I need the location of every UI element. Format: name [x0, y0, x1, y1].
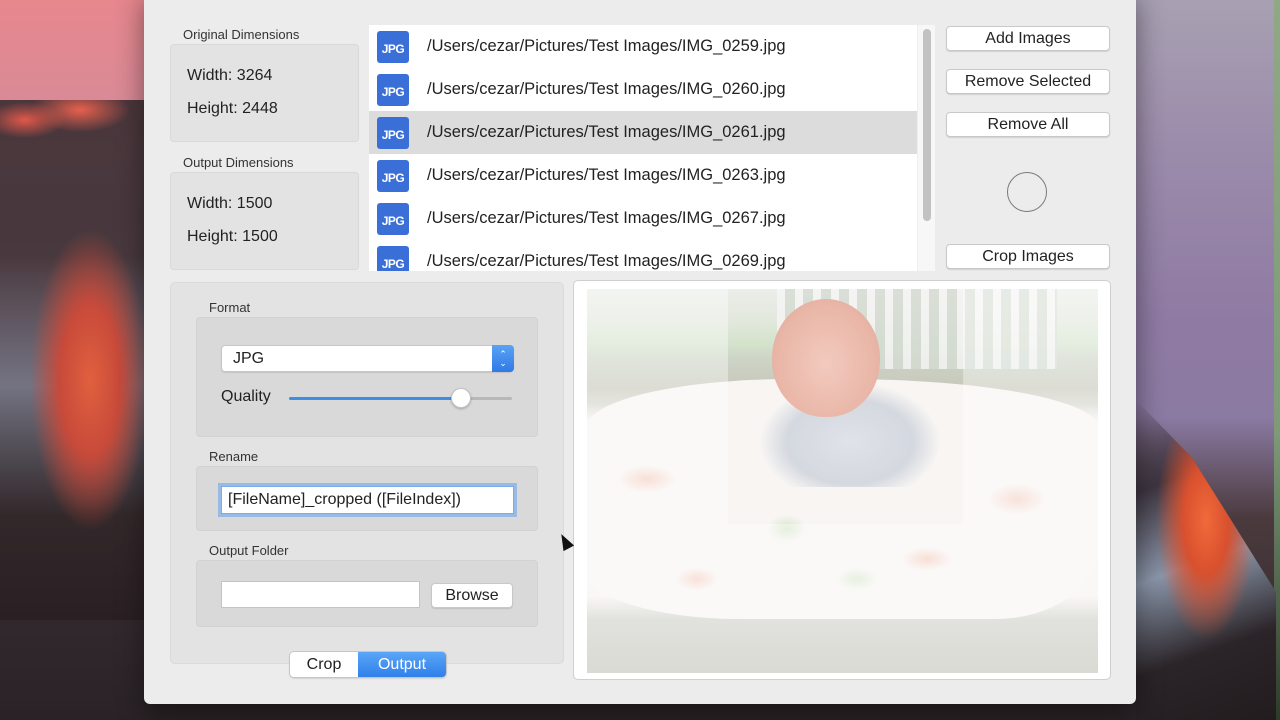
file-row[interactable]: JPG /Users/cezar/Pictures/Test Images/IM… — [369, 197, 935, 240]
image-preview[interactable] — [587, 289, 1098, 673]
chevron-up-down-icon: ⌃ ⌄ — [492, 345, 514, 372]
quality-slider[interactable] — [289, 388, 512, 408]
jpg-file-icon: JPG — [377, 30, 409, 63]
file-path: /Users/cezar/Pictures/Test Images/IMG_02… — [427, 166, 786, 184]
file-row[interactable]: JPG /Users/cezar/Pictures/Test Images/IM… — [369, 240, 935, 271]
mode-tabs: Crop Output — [289, 651, 447, 678]
image-preview-frame — [573, 280, 1111, 680]
original-width: Width: 3264 — [187, 67, 273, 84]
crop-images-button[interactable]: Crop Images — [946, 244, 1110, 269]
output-width: Width: 1500 — [187, 195, 273, 212]
output-folder-input[interactable] — [221, 581, 420, 608]
remove-selected-button[interactable]: Remove Selected — [946, 69, 1110, 94]
rename-label: Rename — [209, 449, 259, 464]
scrollbar-thumb[interactable] — [923, 29, 931, 221]
jpg-file-icon: JPG — [377, 202, 409, 235]
crop-selection-rect[interactable] — [728, 289, 963, 524]
file-row[interactable]: JPG /Users/cezar/Pictures/Test Images/IM… — [369, 25, 935, 68]
wallpaper-mountain-left — [0, 100, 144, 620]
tab-crop[interactable]: Crop — [290, 652, 358, 677]
original-height: Height: 2448 — [187, 100, 278, 117]
output-dimensions-box — [170, 172, 359, 270]
remove-all-button[interactable]: Remove All — [946, 112, 1110, 137]
jpg-file-icon: JPG — [377, 159, 409, 192]
add-images-button[interactable]: Add Images — [946, 26, 1110, 51]
tab-output[interactable]: Output — [358, 652, 446, 677]
quality-label: Quality — [221, 388, 271, 405]
progress-indicator-icon — [1007, 172, 1047, 212]
file-list-scrollbar[interactable] — [917, 25, 935, 271]
output-dimensions-label: Output Dimensions — [183, 155, 294, 170]
browse-button[interactable]: Browse — [431, 583, 513, 608]
format-select-value: JPG — [233, 350, 265, 367]
file-path: /Users/cezar/Pictures/Test Images/IMG_02… — [427, 252, 786, 270]
format-label: Format — [209, 300, 251, 315]
original-dimensions-label: Original Dimensions — [183, 27, 300, 42]
output-height: Height: 1500 — [187, 228, 278, 245]
quality-slider-knob[interactable] — [450, 388, 471, 408]
app-window: Original Dimensions Width: 3264 Height: … — [144, 0, 1136, 704]
jpg-file-icon: JPG — [377, 73, 409, 106]
file-list[interactable]: JPG /Users/cezar/Pictures/Test Images/IM… — [369, 25, 935, 271]
original-dimensions-box — [170, 44, 359, 142]
format-box — [196, 317, 538, 437]
jpg-file-icon: JPG — [377, 245, 409, 271]
rename-pattern-input[interactable] — [221, 486, 514, 514]
file-path: /Users/cezar/Pictures/Test Images/IMG_02… — [427, 80, 786, 98]
file-row[interactable]: JPG /Users/cezar/Pictures/Test Images/IM… — [369, 154, 935, 197]
file-row-selected[interactable]: JPG /Users/cezar/Pictures/Test Images/IM… — [369, 111, 935, 154]
file-row[interactable]: JPG /Users/cezar/Pictures/Test Images/IM… — [369, 68, 935, 111]
file-path: /Users/cezar/Pictures/Test Images/IMG_02… — [427, 209, 786, 227]
jpg-file-icon: JPG — [377, 116, 409, 149]
format-select[interactable]: JPG ⌃ ⌄ — [221, 345, 514, 372]
quality-slider-fill — [289, 397, 461, 400]
file-path: /Users/cezar/Pictures/Test Images/IMG_02… — [427, 37, 786, 55]
output-folder-label: Output Folder — [209, 543, 289, 558]
file-path: /Users/cezar/Pictures/Test Images/IMG_02… — [427, 123, 786, 141]
